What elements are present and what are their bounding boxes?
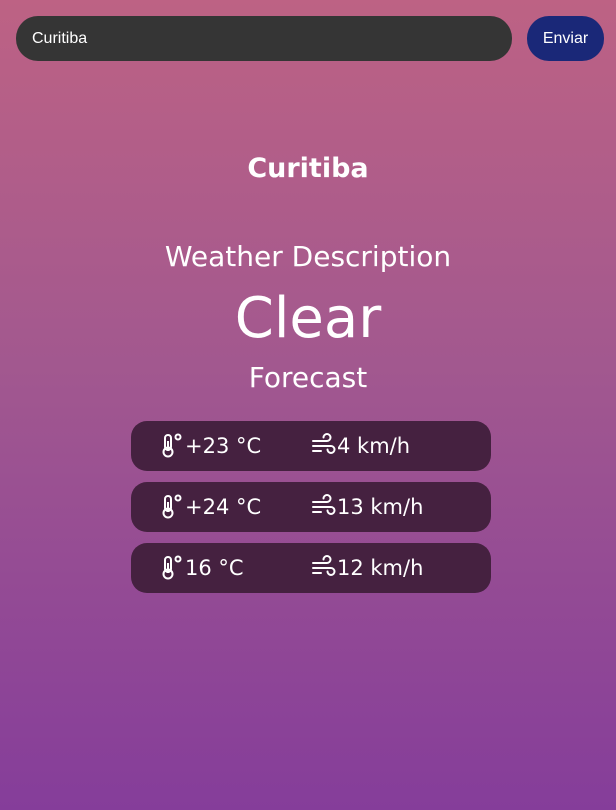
- thermometer-icon: [159, 555, 185, 581]
- wind-icon: [311, 555, 337, 581]
- wind-icon: [311, 494, 337, 520]
- wind-value: 12 km/h: [337, 556, 424, 580]
- forecast-row: +24 °C 13 km/h: [131, 482, 491, 532]
- thermometer-icon: [159, 494, 185, 520]
- forecast-temperature: +23 °C: [159, 421, 261, 471]
- forecast-wind: 13 km/h: [311, 482, 423, 532]
- forecast-temperature: 16 °C: [159, 543, 244, 593]
- weather-description-label: Weather Description: [164, 240, 452, 273]
- temperature-value: +24 °C: [185, 495, 262, 519]
- temperature-value: +23 °C: [185, 434, 262, 458]
- city-name: Curitiba: [247, 153, 369, 184]
- wind-icon: [311, 433, 337, 459]
- forecast-row: 16 °C 12 km/h: [131, 543, 491, 593]
- city-search-input[interactable]: [16, 16, 512, 61]
- forecast-list: +23 °C 4 km/h +24 °C 13 km/h 16 °C 12 km…: [131, 421, 491, 604]
- weather-description-value: Clear: [234, 286, 382, 351]
- send-button[interactable]: Enviar: [527, 16, 604, 61]
- forecast-row: +23 °C 4 km/h: [131, 421, 491, 471]
- search-bar: Enviar: [16, 16, 604, 62]
- temperature-value: 16 °C: [185, 556, 244, 580]
- wind-value: 13 km/h: [337, 495, 424, 519]
- wind-value: 4 km/h: [337, 434, 411, 458]
- forecast-wind: 4 km/h: [311, 421, 410, 471]
- forecast-wind: 12 km/h: [311, 543, 423, 593]
- forecast-temperature: +24 °C: [159, 482, 261, 532]
- forecast-title: Forecast: [248, 361, 368, 394]
- thermometer-icon: [159, 433, 185, 459]
